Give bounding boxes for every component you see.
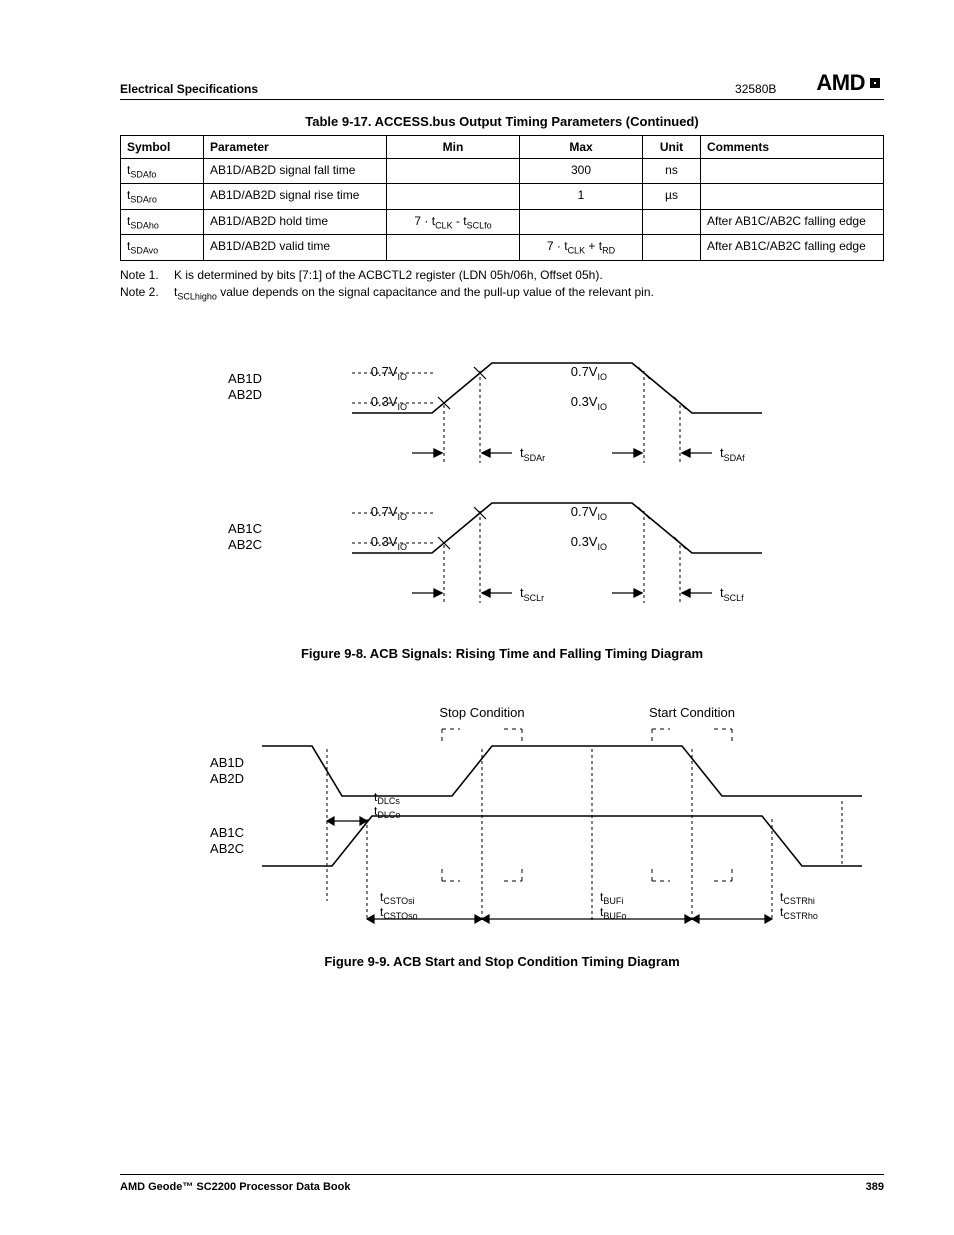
svg-text:AB2C: AB2C bbox=[210, 841, 244, 856]
svg-text:tCSTOsi: tCSTOsi bbox=[380, 890, 415, 906]
svg-text:tSDAf: tSDAf bbox=[720, 445, 745, 463]
col-symbol: Symbol bbox=[121, 136, 204, 159]
svg-text:AB2C: AB2C bbox=[228, 537, 262, 552]
svg-text:tCSTRhi: tCSTRhi bbox=[780, 890, 815, 906]
svg-text:0.7VIO: 0.7VIO bbox=[571, 504, 607, 522]
timing-table: Symbol Parameter Min Max Unit Comments t… bbox=[120, 135, 884, 261]
svg-text:tSCLf: tSCLf bbox=[720, 585, 744, 603]
section-title: Electrical Specifications bbox=[120, 82, 258, 96]
svg-text:AB1D: AB1D bbox=[228, 371, 262, 386]
footer-right: 389 bbox=[866, 1181, 884, 1193]
notes: Note 1. K is determined by bits [7:1] of… bbox=[120, 267, 884, 304]
svg-text:tDLCs: tDLCs bbox=[374, 790, 400, 806]
svg-text:tSCLr: tSCLr bbox=[520, 585, 544, 603]
footer-left: AMD Geode™ SC2200 Processor Data Book bbox=[120, 1181, 350, 1193]
svg-text:tBUFi: tBUFi bbox=[600, 890, 623, 906]
table-row: tSDAfoAB1D/AB2D signal fall time300ns bbox=[121, 159, 884, 184]
doc-id: 32580B bbox=[735, 82, 776, 96]
svg-text:AB1C: AB1C bbox=[210, 825, 244, 840]
note1-text: K is determined by bits [7:1] of the ACB… bbox=[174, 267, 603, 284]
note1-label: Note 1. bbox=[120, 267, 174, 284]
svg-text:AB2D: AB2D bbox=[210, 771, 244, 786]
svg-text:AB1C: AB1C bbox=[228, 521, 262, 536]
diagram-acb-rise-fall: AB1D AB2D 0.7VIO 0.3VIO bbox=[202, 343, 842, 633]
svg-text:0.3VIO: 0.3VIO bbox=[371, 534, 407, 552]
page-footer: AMD Geode™ SC2200 Processor Data Book 38… bbox=[120, 1174, 884, 1193]
figure-9-9-caption: Figure 9-9. ACB Start and Stop Condition… bbox=[120, 954, 884, 969]
svg-text:tSDAr: tSDAr bbox=[520, 445, 545, 463]
table-title: Table 9-17. ACCESS.bus Output Timing Par… bbox=[120, 114, 884, 129]
page-header: Electrical Specifications 32580B AMD bbox=[120, 70, 884, 100]
table-row: tSDAvoAB1D/AB2D valid time7 · tCLK + tRD… bbox=[121, 235, 884, 260]
col-max: Max bbox=[520, 136, 643, 159]
figure-9-8-caption: Figure 9-8. ACB Signals: Rising Time and… bbox=[120, 646, 884, 661]
figure-9-8: AB1D AB2D 0.7VIO 0.3VIO bbox=[120, 343, 884, 661]
svg-text:Start Condition: Start Condition bbox=[649, 705, 735, 720]
svg-text:tDLCo: tDLCo bbox=[374, 804, 400, 820]
note2-text: tSCLhigho value depends on the signal ca… bbox=[174, 284, 654, 303]
svg-text:AB1D: AB1D bbox=[210, 755, 244, 770]
brand-logo: AMD bbox=[816, 70, 884, 96]
table-row: tSDAroAB1D/AB2D signal rise time1µs bbox=[121, 184, 884, 209]
col-comments: Comments bbox=[701, 136, 884, 159]
diagram-acb-start-stop: Stop Condition Start Condition AB1D AB2D… bbox=[202, 701, 902, 941]
col-min: Min bbox=[387, 136, 520, 159]
svg-text:0.3VIO: 0.3VIO bbox=[571, 394, 607, 412]
table-row: tSDAhoAB1D/AB2D hold time7 · tCLK - tSCL… bbox=[121, 209, 884, 234]
note2-label: Note 2. bbox=[120, 284, 174, 303]
svg-text:0.7VIO: 0.7VIO bbox=[371, 364, 407, 382]
svg-text:tCSTRho: tCSTRho bbox=[780, 905, 818, 921]
svg-text:Stop Condition: Stop Condition bbox=[439, 705, 524, 720]
svg-text:0.7VIO: 0.7VIO bbox=[571, 364, 607, 382]
amd-arrow-icon bbox=[866, 74, 884, 92]
svg-text:AB2D: AB2D bbox=[228, 387, 262, 402]
svg-text:0.3VIO: 0.3VIO bbox=[371, 394, 407, 412]
svg-text:0.3VIO: 0.3VIO bbox=[571, 534, 607, 552]
col-parameter: Parameter bbox=[204, 136, 387, 159]
svg-text:0.7VIO: 0.7VIO bbox=[371, 504, 407, 522]
figure-9-9: Stop Condition Start Condition AB1D AB2D… bbox=[120, 701, 884, 969]
col-unit: Unit bbox=[643, 136, 701, 159]
